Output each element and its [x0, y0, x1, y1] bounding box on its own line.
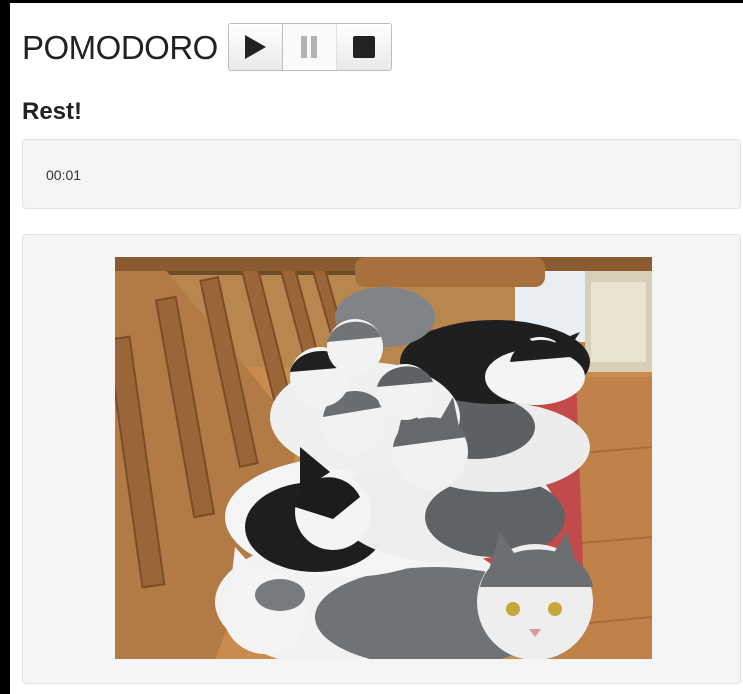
timer-controls [227, 23, 392, 71]
status-heading: Rest! [22, 98, 83, 125]
page: POMODORO Rest! 00:01 [10, 3, 743, 694]
timer-display: 00:01 [46, 167, 82, 183]
image-panel [22, 234, 741, 684]
timer-panel: 00:01 [22, 139, 741, 209]
stop-button[interactable] [336, 24, 391, 70]
stop-icon [352, 36, 375, 58]
app-title: POMODORO [22, 28, 218, 66]
header: POMODORO [22, 23, 392, 71]
play-icon [245, 35, 267, 59]
cats-photo [115, 257, 652, 659]
window-frame-left [0, 0, 10, 694]
pause-icon [301, 36, 318, 58]
play-button[interactable] [228, 24, 283, 70]
cats-photo-illustration [115, 257, 652, 659]
pause-button[interactable] [282, 24, 337, 70]
